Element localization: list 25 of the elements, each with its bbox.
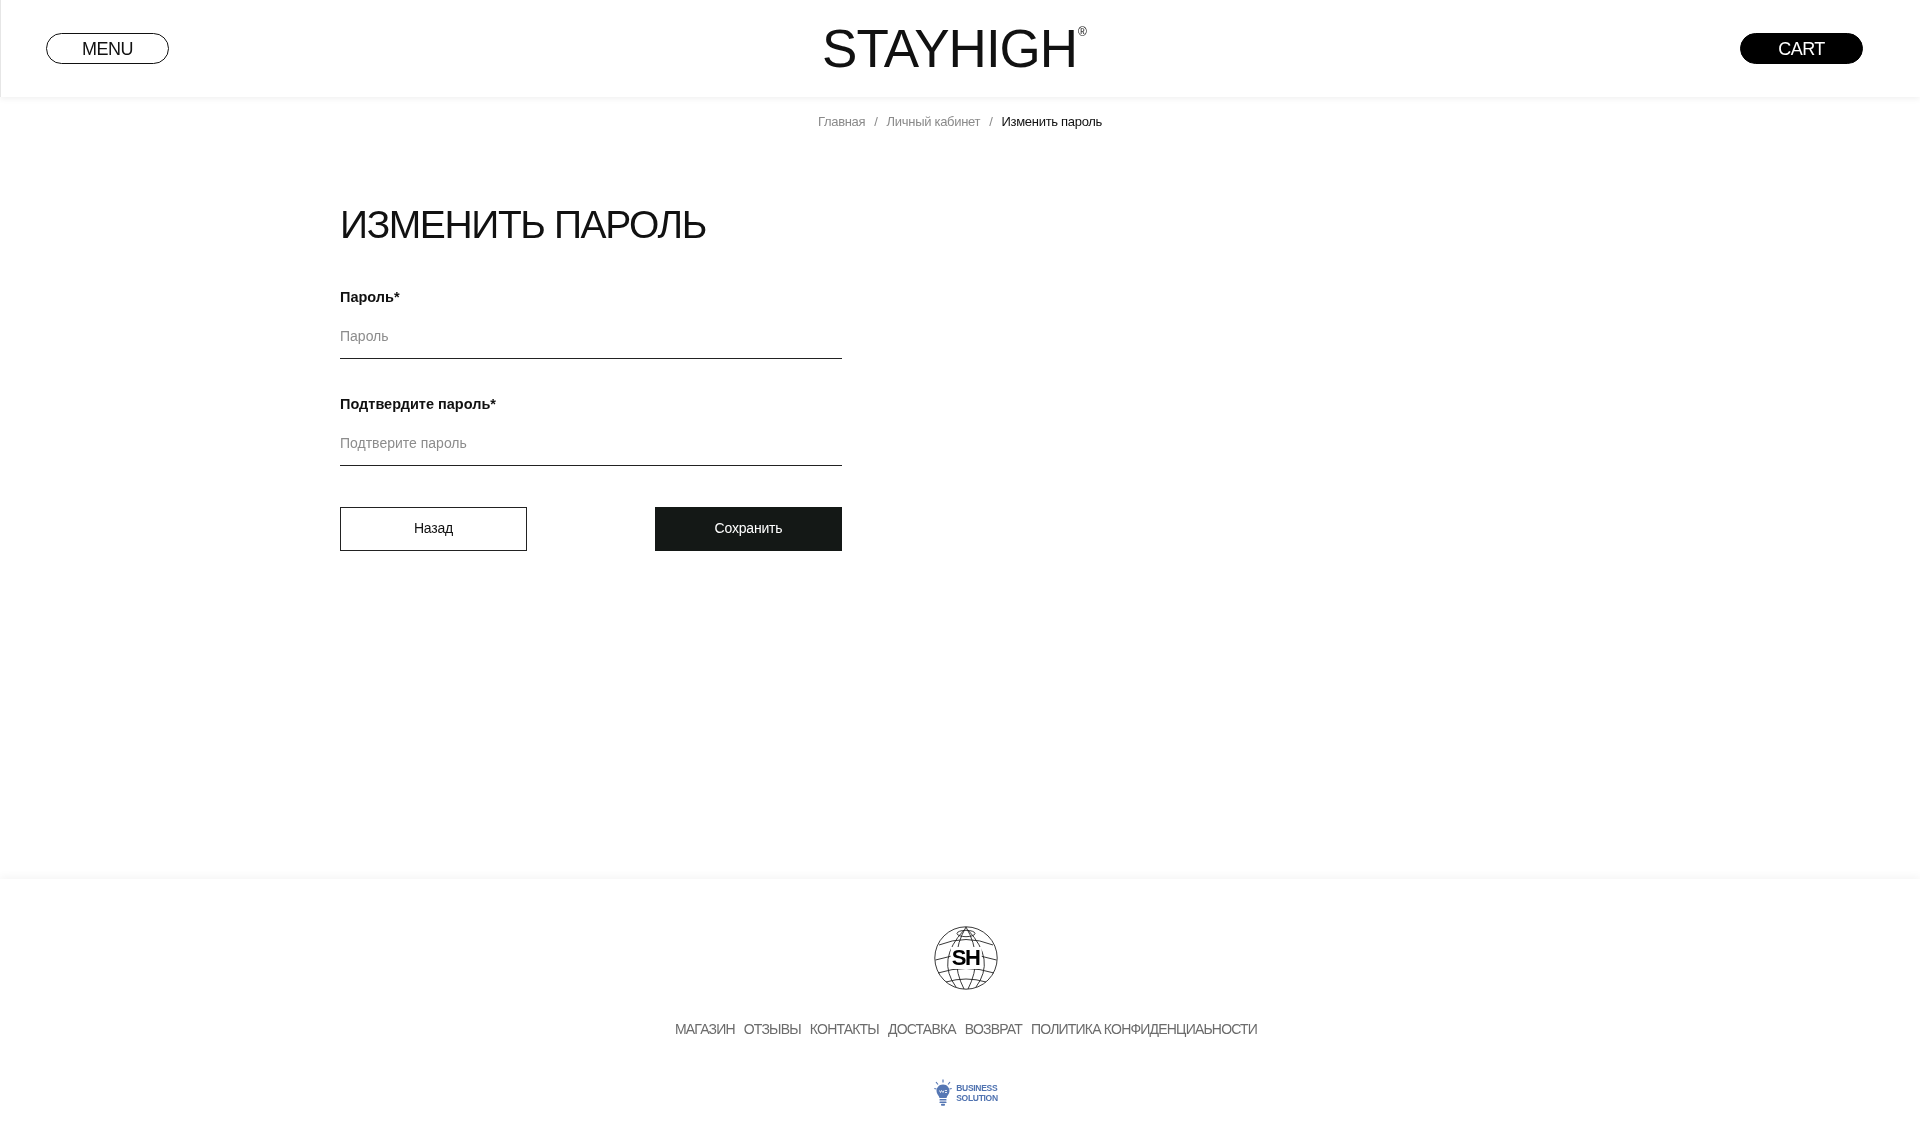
footer-link[interactable]: ОТЗЫВЫ: [743, 1019, 801, 1039]
save-button[interactable]: Сохранить: [655, 506, 842, 551]
site-logo[interactable]: STAYHIGH$^{®}$: [822, 22, 1087, 75]
field-label: Подтвердите пароль*: [340, 394, 497, 414]
footer-link[interactable]: ВОЗВРАТ: [964, 1019, 1022, 1039]
breadcrumb-link[interactable]: Главная: [817, 113, 866, 131]
breadcrumb-link[interactable]: Личный кабинет: [886, 113, 981, 131]
cart-button[interactable]: CART: [1740, 33, 1863, 64]
lightbulb-icon[interactable]: [934, 1079, 953, 1106]
footer-link[interactable]: МАГАЗИН: [674, 1019, 735, 1039]
footer-link[interactable]: КОНТАКТЫ: [809, 1019, 879, 1039]
back-button[interactable]: Назад: [340, 506, 527, 551]
menu-button[interactable]: MENU: [46, 33, 169, 64]
footer-logo-text: SH: [950, 947, 982, 969]
breadcrumb-separator: /: [874, 113, 878, 131]
password-field[interactable]: Подтверите пароль: [340, 421, 842, 466]
password-field[interactable]: Пароль: [340, 314, 842, 359]
credit-text[interactable]: SOLUTION: [956, 1092, 998, 1103]
page-title: ИЗМЕНИТЬ ПАРОЛЬ: [340, 202, 706, 248]
breadcrumb-separator: /: [989, 113, 993, 131]
footer-link[interactable]: ПОЛИТИКА КОНФИДЕНЦИАЬНОСТИ: [1031, 1019, 1258, 1039]
credit-text[interactable]: BUSINESS: [956, 1082, 998, 1093]
footer-link[interactable]: ДОСТАВКА: [887, 1019, 956, 1039]
breadcrumb-current: Изменить пароль: [1001, 113, 1103, 131]
field-label: Пароль*: [340, 287, 401, 307]
